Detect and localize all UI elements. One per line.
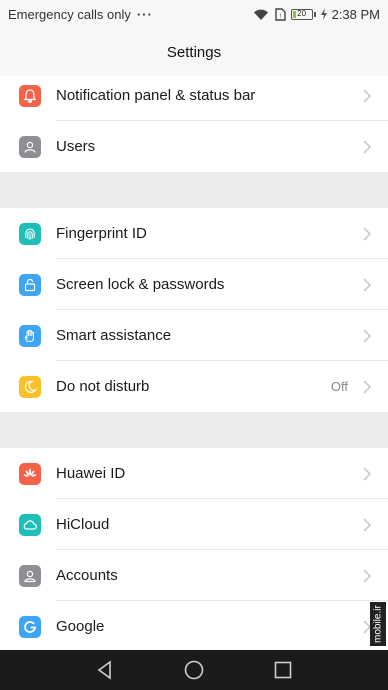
chevron-right-icon: [363, 88, 372, 103]
settings-item-users[interactable]: Users: [0, 121, 388, 172]
cloud-icon: [19, 513, 41, 536]
group-divider: [0, 172, 388, 208]
chevron-right-icon: [363, 466, 372, 481]
lock-icon: [19, 273, 41, 296]
settings-item-label: Notification panel & status bar: [56, 87, 256, 104]
page-title: Settings: [166, 43, 222, 61]
settings-item-label: Fingerprint ID: [56, 225, 147, 242]
wifi-icon: [253, 9, 268, 20]
settings-item-label: Google: [56, 618, 105, 635]
settings-item-google[interactable]: Google: [0, 601, 388, 650]
settings-item-hicloud[interactable]: HiCloud: [0, 499, 388, 550]
settings-item-label: Accounts: [56, 567, 118, 584]
settings-list[interactable]: Notification panel & status bar Users Fi…: [0, 76, 388, 650]
do-not-disturb-status: Off: [330, 379, 348, 394]
settings-item-label: Do not disturb: [56, 378, 150, 395]
settings-item-label: Screen lock & passwords: [56, 276, 225, 293]
settings-item-label: Huawei ID: [56, 465, 126, 482]
charging-icon: [320, 8, 327, 20]
user-icon: [19, 135, 41, 158]
hand-icon: [19, 324, 41, 347]
settings-item-do-not-disturb[interactable]: Do not disturb Off: [0, 361, 388, 412]
more-notifications-icon: ···: [136, 6, 153, 22]
account-icon: [19, 564, 41, 587]
google-icon: [19, 615, 41, 638]
bell-icon: [19, 84, 41, 107]
carrier-text: Emergency calls only: [8, 6, 131, 22]
settings-item-label: Users: [56, 138, 96, 155]
settings-item-screen-lock[interactable]: Screen lock & passwords: [0, 259, 388, 310]
settings-item-fingerprint-id[interactable]: Fingerprint ID: [0, 208, 388, 259]
chevron-right-icon: [363, 379, 372, 394]
status-bar: Emergency calls only ··· ! 20 2:38 PM: [0, 0, 388, 28]
settings-item-label: HiCloud: [56, 516, 110, 533]
chevron-right-icon: [363, 517, 372, 532]
settings-item-notification-panel[interactable]: Notification panel & status bar: [0, 76, 388, 121]
page-title-bar: Settings: [0, 28, 388, 76]
svg-text:!: !: [279, 14, 281, 20]
settings-item-smart-assistance[interactable]: Smart assistance: [0, 310, 388, 361]
chevron-right-icon: [363, 226, 372, 241]
battery-level: 20: [297, 8, 307, 18]
back-icon[interactable]: [94, 659, 116, 681]
group-divider: [0, 412, 388, 448]
settings-group: Huawei ID HiCloud Accounts Google: [0, 448, 388, 650]
battery-icon: 20: [290, 8, 316, 20]
chevron-right-icon: [363, 568, 372, 583]
chevron-right-icon: [363, 328, 372, 343]
moon-icon: [19, 375, 41, 398]
sim-icon: !: [274, 7, 286, 21]
settings-group: Fingerprint ID Screen lock & passwords S…: [0, 208, 388, 412]
chevron-right-icon: [363, 277, 372, 292]
home-icon[interactable]: [183, 659, 205, 681]
watermark: mobile.ir: [370, 602, 386, 646]
navigation-bar: [0, 650, 388, 690]
settings-item-huawei-id[interactable]: Huawei ID: [0, 448, 388, 499]
clock: 2:38 PM: [331, 6, 380, 22]
huawei-icon: [19, 462, 41, 485]
fingerprint-icon: [19, 222, 41, 245]
settings-item-label: Smart assistance: [56, 327, 172, 344]
settings-group: Notification panel & status bar Users: [0, 76, 388, 172]
recents-icon[interactable]: [272, 659, 294, 681]
chevron-right-icon: [363, 139, 372, 154]
settings-item-accounts[interactable]: Accounts: [0, 550, 388, 601]
